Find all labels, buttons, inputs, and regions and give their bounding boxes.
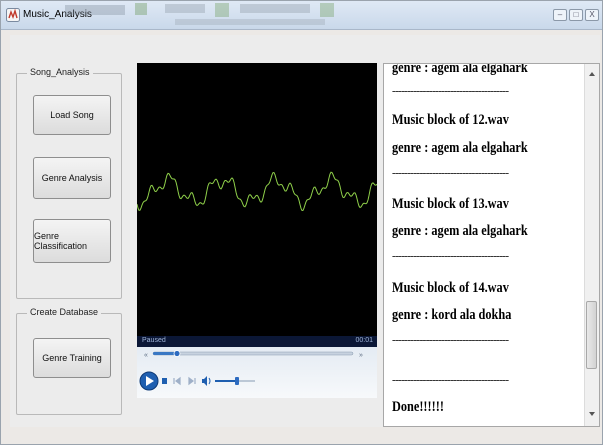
load-song-button[interactable]: Load Song [33, 95, 111, 135]
volume-waves-icon [208, 377, 211, 385]
output-line: genre : kord ala dokha [392, 307, 512, 323]
close-button[interactable]: X [585, 9, 599, 21]
output-separator: -------------------------------------- [392, 374, 509, 386]
genre-classification-button[interactable]: Genre Classification [33, 219, 111, 263]
output-line: Music block of 14.wav [392, 280, 509, 296]
stop-icon[interactable] [162, 378, 167, 384]
scroll-down-icon[interactable] [589, 412, 595, 416]
output-log[interactable]: genre : agem ala elgahark ---------------… [383, 63, 600, 427]
seek-fill [153, 352, 177, 355]
seek-handle[interactable] [173, 350, 181, 357]
player-time: 00:01 [355, 337, 373, 344]
scrollbar-graphics [589, 72, 595, 416]
output-line: genre : agem ala elgahark [392, 63, 528, 76]
player-status: Paused [142, 337, 166, 344]
scroll-up-icon[interactable] [589, 72, 595, 76]
output-line: Music block of 12.wav [392, 112, 509, 128]
maximize-button[interactable]: □ [569, 9, 583, 21]
volume-handle[interactable] [235, 377, 239, 385]
seek-track[interactable] [152, 351, 354, 356]
background-toolbar-ghost [65, 3, 334, 25]
controls-graphics: « » [139, 350, 363, 391]
music-analysis-window: Music_Analysis – □ X Song_Analysis Load … [0, 0, 603, 445]
next-icon[interactable] [188, 376, 196, 386]
seek-forward-icon[interactable]: » [359, 352, 363, 359]
output-line: Done!!!!!! [392, 399, 444, 415]
output-separator: -------------------------------------- [392, 250, 509, 262]
player-controls: « » [137, 347, 377, 398]
player-status-bar: Paused 00:01 [137, 336, 377, 347]
output-line: genre : agem ala elgahark [392, 223, 528, 239]
output-separator: -------------------------------------- [392, 334, 509, 346]
volume-icon[interactable] [202, 376, 207, 386]
client-area: Song_Analysis Load Song Genre Analysis G… [10, 35, 600, 427]
output-line: Music block of 13.wav [392, 196, 509, 212]
song-analysis-label: Song_Analysis [27, 67, 93, 77]
volume-fill [215, 380, 237, 382]
minimize-button[interactable]: – [553, 9, 567, 21]
vertical-scrollbar[interactable] [584, 64, 599, 426]
output-separator: -------------------------------------- [392, 85, 509, 97]
waveform-line [136, 171, 378, 212]
genre-training-button[interactable]: Genre Training [33, 338, 111, 378]
waveform-visualization [136, 171, 378, 212]
output-separator: -------------------------------------- [392, 167, 509, 179]
previous-icon[interactable] [173, 376, 181, 386]
scrollbar-thumb[interactable] [586, 301, 597, 369]
create-database-label: Create Database [27, 307, 102, 317]
app-icon [6, 8, 20, 22]
output-line: genre : agem ala elgahark [392, 140, 528, 156]
title-bar[interactable]: Music_Analysis – □ X [1, 1, 602, 30]
seek-back-icon[interactable]: « [144, 352, 148, 359]
genre-analysis-button[interactable]: Genre Analysis [33, 157, 111, 199]
